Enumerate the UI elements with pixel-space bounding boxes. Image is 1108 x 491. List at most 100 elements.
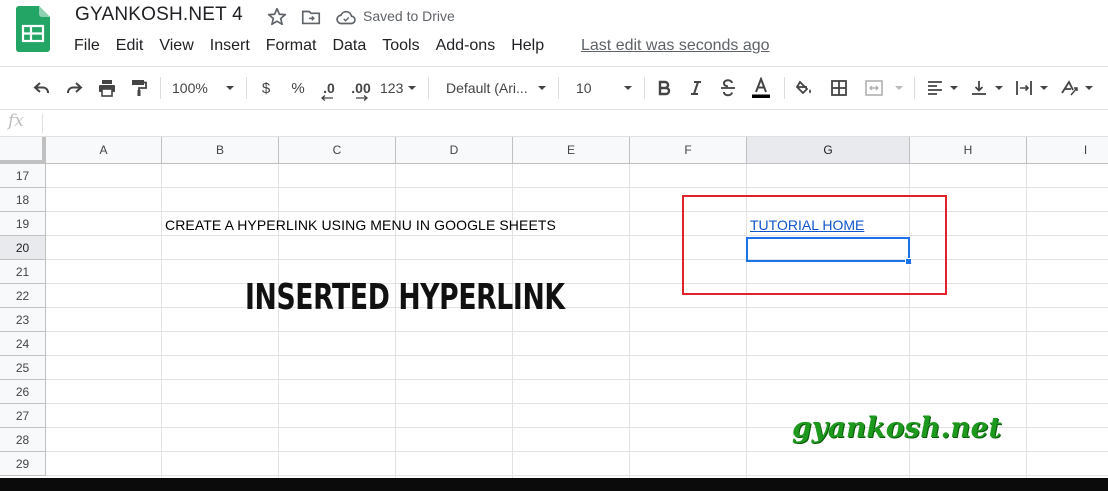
- column-header-c[interactable]: C: [279, 137, 396, 164]
- row-header-21[interactable]: 21: [0, 260, 46, 284]
- formula-bar-divider: [42, 114, 43, 133]
- currency-label: $: [261, 79, 271, 97]
- more-formats-button[interactable]: 123: [380, 67, 408, 109]
- row-header-19[interactable]: 19: [0, 212, 46, 236]
- formula-bar: fx: [0, 110, 1108, 137]
- chevron-down-icon: [950, 86, 958, 90]
- text-wrap-icon: [1016, 81, 1032, 95]
- toolbar-divider: [558, 77, 559, 99]
- column-header-e[interactable]: E: [513, 137, 630, 164]
- text-wrapping-button[interactable]: [1012, 67, 1036, 109]
- italic-button[interactable]: [686, 67, 706, 109]
- row-header-29[interactable]: 29: [0, 452, 46, 476]
- font-size-select[interactable]: 10: [576, 67, 606, 109]
- row-header-28[interactable]: 28: [0, 428, 46, 452]
- percent-format-button[interactable]: %: [288, 67, 308, 109]
- column-header-f[interactable]: F: [630, 137, 747, 164]
- cloud-saved-icon: [336, 10, 356, 25]
- print-button[interactable]: [95, 67, 119, 109]
- font-family-select[interactable]: Default (Ari...: [446, 67, 536, 109]
- row-header-17[interactable]: 17: [0, 164, 46, 188]
- row-gridline: [46, 307, 1108, 308]
- formula-input[interactable]: [48, 110, 1108, 136]
- menu-edit[interactable]: Edit: [116, 37, 144, 57]
- column-header-d[interactable]: D: [396, 137, 513, 164]
- menu-format[interactable]: Format: [266, 37, 317, 57]
- document-title[interactable]: GYANKOSH.NET 4: [75, 4, 243, 26]
- increase-decimal-label: .00: [351, 80, 371, 96]
- redo-icon: [67, 82, 83, 93]
- text-color-button[interactable]: [750, 67, 772, 109]
- align-left-icon: [928, 81, 942, 95]
- row-gridline: [46, 403, 1108, 404]
- last-edit-link[interactable]: Last edit was seconds ago: [581, 37, 770, 55]
- menu-help[interactable]: Help: [511, 37, 544, 57]
- chevron-down-icon: [895, 86, 903, 90]
- move-to-folder-icon[interactable]: [300, 6, 322, 28]
- merge-cells-button: [862, 67, 886, 109]
- bold-icon: [658, 80, 671, 96]
- decrease-decimal-button[interactable]: .0: [316, 67, 342, 109]
- menu-insert[interactable]: Insert: [210, 37, 250, 57]
- row-header-27[interactable]: 27: [0, 404, 46, 428]
- toolbar-divider: [644, 77, 645, 99]
- fill-handle[interactable]: [905, 258, 912, 265]
- horizontal-align-button[interactable]: [924, 67, 946, 109]
- redo-button[interactable]: [62, 67, 86, 109]
- arrow-right-icon: [356, 95, 368, 101]
- toolbar-divider: [914, 77, 915, 99]
- chevron-down-icon: [1040, 86, 1048, 90]
- menu-view[interactable]: View: [159, 37, 193, 57]
- column-header-i[interactable]: I: [1027, 137, 1108, 164]
- row-gridline: [46, 331, 1108, 332]
- font-family-value: Default (Ari...: [446, 80, 528, 96]
- select-all-corner[interactable]: [0, 137, 46, 164]
- menu-data[interactable]: Data: [332, 37, 366, 57]
- fill-color-icon: [795, 80, 811, 95]
- increase-decimal-button[interactable]: .00: [348, 67, 374, 109]
- hyperlink-cell-g19[interactable]: TUTORIAL HOME: [750, 217, 864, 233]
- cell-b19[interactable]: CREATE A HYPERLINK USING MENU IN GOOGLE …: [165, 217, 556, 233]
- chevron-down-icon: [995, 86, 1003, 90]
- toolbar-divider: [428, 77, 429, 99]
- row-gridline: [46, 259, 1108, 260]
- borders-button[interactable]: [828, 67, 850, 109]
- zoom-select[interactable]: 100%: [172, 67, 218, 109]
- align-bottom-icon: [972, 81, 986, 95]
- star-icon[interactable]: [266, 6, 288, 28]
- arrow-left-icon: [321, 95, 333, 101]
- annotation-label: INSERTED HYPERLINK: [245, 277, 565, 318]
- column-header-g[interactable]: G: [747, 137, 910, 164]
- row-header-22[interactable]: 22: [0, 284, 46, 308]
- row-header-25[interactable]: 25: [0, 356, 46, 380]
- row-gridline: [46, 451, 1108, 452]
- column-header-a[interactable]: A: [46, 137, 162, 164]
- row-header-26[interactable]: 26: [0, 380, 46, 404]
- undo-button[interactable]: [30, 67, 54, 109]
- column-header-b[interactable]: B: [162, 137, 279, 164]
- vertical-align-button[interactable]: [968, 67, 990, 109]
- menu-file[interactable]: File: [74, 37, 100, 57]
- menu-add-ons[interactable]: Add-ons: [436, 37, 496, 57]
- column-header-h[interactable]: H: [910, 137, 1027, 164]
- toolbar-divider: [160, 77, 161, 99]
- currency-format-button[interactable]: $: [256, 67, 276, 109]
- menu-tools[interactable]: Tools: [382, 37, 419, 57]
- save-status: Saved to Drive: [363, 8, 455, 24]
- row-header-23[interactable]: 23: [0, 308, 46, 332]
- fill-color-button[interactable]: [794, 67, 816, 109]
- row-header-18[interactable]: 18: [0, 188, 46, 212]
- header: GYANKOSH.NET 4 Saved to Drive File Edit …: [0, 0, 1108, 66]
- strikethrough-button[interactable]: [718, 67, 738, 109]
- row-header-24[interactable]: 24: [0, 332, 46, 356]
- zoom-value: 100%: [172, 80, 208, 96]
- row-header-20[interactable]: 20: [0, 236, 46, 260]
- watermark: gyankosh.net: [792, 411, 1002, 444]
- paint-format-button[interactable]: [127, 67, 151, 109]
- fx-label: fx: [8, 111, 24, 131]
- text-rotation-button[interactable]: [1057, 67, 1081, 109]
- active-cell-g20[interactable]: [746, 237, 910, 262]
- sheets-logo-icon[interactable]: [16, 6, 50, 52]
- bold-button[interactable]: [654, 67, 674, 109]
- paint-format-icon: [132, 80, 147, 96]
